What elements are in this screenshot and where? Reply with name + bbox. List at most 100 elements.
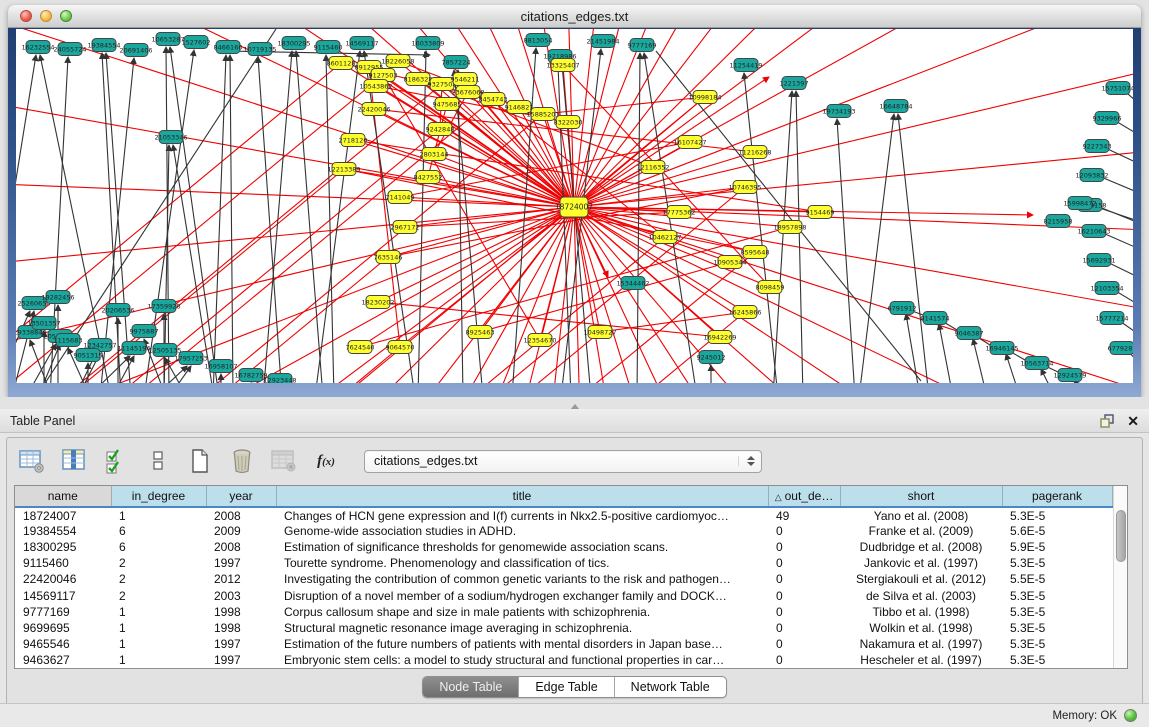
- tab-node-table[interactable]: Node Table: [423, 677, 518, 697]
- row-options-button[interactable]: [144, 447, 172, 475]
- column-header-title[interactable]: title: [276, 486, 768, 507]
- close-panel-icon[interactable]: ✕: [1127, 414, 1139, 428]
- table-cell[interactable]: Estimation of significance thresholds fo…: [276, 539, 768, 555]
- table-cell[interactable]: 22420046: [15, 571, 111, 587]
- table-cell[interactable]: Yano et al. (2008): [840, 507, 1002, 523]
- table-cell[interactable]: 1997: [206, 652, 276, 668]
- delete-column-button[interactable]: [228, 447, 256, 475]
- minimize-window-button[interactable]: [40, 10, 52, 22]
- table-cell[interactable]: 1: [111, 507, 206, 523]
- table-cell[interactable]: 5.3E-5: [1002, 555, 1112, 571]
- table-row[interactable]: 2242004622012Investigating the contribut…: [15, 571, 1112, 587]
- table-cell[interactable]: 2003: [206, 588, 276, 604]
- table-cell[interactable]: 0: [768, 588, 840, 604]
- network-canvas[interactable]: 1623255424055724193845542069140610653287…: [16, 29, 1133, 383]
- table-cell[interactable]: 5.3E-5: [1002, 507, 1112, 523]
- table-cell[interactable]: Investigating the contribution of common…: [276, 571, 768, 587]
- table-cell[interactable]: Jankovic et al. (1997): [840, 555, 1002, 571]
- table-cell[interactable]: Estimation of the future numbers of pati…: [276, 636, 768, 652]
- table-row[interactable]: 1830029562008Estimation of significance …: [15, 539, 1112, 555]
- table-cell[interactable]: 0: [768, 604, 840, 620]
- table-cell[interactable]: 49: [768, 507, 840, 523]
- table-cell[interactable]: Corpus callosum shape and size in male p…: [276, 604, 768, 620]
- float-panel-icon[interactable]: [1099, 413, 1115, 429]
- table-cell[interactable]: Hescheler et al. (1997): [840, 652, 1002, 668]
- table-cell[interactable]: 2008: [206, 539, 276, 555]
- table-cell[interactable]: 2: [111, 555, 206, 571]
- table-cell[interactable]: 2008: [206, 507, 276, 523]
- column-header-pagerank[interactable]: pagerank: [1002, 486, 1112, 507]
- table-row[interactable]: 969969511998Structural magnetic resonanc…: [15, 620, 1112, 636]
- table-cell[interactable]: 1: [111, 620, 206, 636]
- table-cell[interactable]: 18724007: [15, 507, 111, 523]
- table-cell[interactable]: 1: [111, 652, 206, 668]
- table-cell[interactable]: Nakamura et al. (1997): [840, 636, 1002, 652]
- table-cell[interactable]: 1998: [206, 620, 276, 636]
- delete-table-button[interactable]: [270, 447, 298, 475]
- table-cell[interactable]: 0: [768, 539, 840, 555]
- table-row[interactable]: 911546021997Tourette syndrome. Phenomeno…: [15, 555, 1112, 571]
- column-header-name[interactable]: name: [15, 486, 111, 507]
- table-cell[interactable]: Tibbo et al. (1998): [840, 604, 1002, 620]
- table-cell[interactable]: Wolkin et al. (1998): [840, 620, 1002, 636]
- table-cell[interactable]: 1998: [206, 604, 276, 620]
- table-cell[interactable]: 0: [768, 652, 840, 668]
- table-cell[interactable]: 5.3E-5: [1002, 620, 1112, 636]
- table-cell[interactable]: Changes of HCN gene expression and I(f) …: [276, 507, 768, 523]
- table-cell[interactable]: 0: [768, 571, 840, 587]
- column-header-in_degree[interactable]: in_degree: [111, 486, 206, 507]
- table-cell[interactable]: 19384554: [15, 523, 111, 539]
- table-row[interactable]: 1456911722003Disruption of a novel membe…: [15, 588, 1112, 604]
- table-row[interactable]: 1938455462009Genome-wide association stu…: [15, 523, 1112, 539]
- table-cell[interactable]: 1997: [206, 555, 276, 571]
- table-cell[interactable]: 14569117: [15, 588, 111, 604]
- table-cell[interactable]: 0: [768, 636, 840, 652]
- tab-edge-table[interactable]: Edge Table: [518, 677, 613, 697]
- table-cell[interactable]: Dudbridge et al. (2008): [840, 539, 1002, 555]
- panel-divider[interactable]: [0, 397, 1149, 409]
- table-cell[interactable]: 0: [768, 523, 840, 539]
- table-cell[interactable]: 5.3E-5: [1002, 604, 1112, 620]
- table-selector-dropdown[interactable]: citations_edges.txt: [364, 450, 762, 473]
- table-cell[interactable]: Franke et al. (2009): [840, 523, 1002, 539]
- table-cell[interactable]: 5.5E-5: [1002, 571, 1112, 587]
- network-window-titlebar[interactable]: citations_edges.txt: [8, 5, 1141, 28]
- table-cell[interactable]: 9777169: [15, 604, 111, 620]
- table-cell[interactable]: Tourette syndrome. Phenomenology and cla…: [276, 555, 768, 571]
- network-window[interactable]: citations_edges.txt 16232554240557241938…: [8, 5, 1141, 397]
- column-header-short[interactable]: short: [840, 486, 1002, 507]
- table-cell[interactable]: 2012: [206, 571, 276, 587]
- close-window-button[interactable]: [20, 10, 32, 22]
- table-cell[interactable]: Embryonic stem cells: a model to study s…: [276, 652, 768, 668]
- create-column-button[interactable]: [186, 447, 214, 475]
- table-cell[interactable]: Structural magnetic resonance image aver…: [276, 620, 768, 636]
- table-cell[interactable]: Disruption of a novel member of a sodium…: [276, 588, 768, 604]
- table-cell[interactable]: 1997: [206, 636, 276, 652]
- table-cell[interactable]: Genome-wide association studies in ADHD.: [276, 523, 768, 539]
- select-columns-button[interactable]: [102, 447, 130, 475]
- table-row[interactable]: 946554611997Estimation of the future num…: [15, 636, 1112, 652]
- table-scrollbar-thumb[interactable]: [1116, 510, 1126, 562]
- table-cell[interactable]: Stergiakouli et al. (2012): [840, 571, 1002, 587]
- table-settings-button[interactable]: [18, 447, 46, 475]
- table-cell[interactable]: 6: [111, 523, 206, 539]
- table-cell[interactable]: 9699695: [15, 620, 111, 636]
- table-cell[interactable]: 5.3E-5: [1002, 652, 1112, 668]
- table-cell[interactable]: 9115460: [15, 555, 111, 571]
- table-cell[interactable]: 2: [111, 588, 206, 604]
- column-header-year[interactable]: year: [206, 486, 276, 507]
- table-cell[interactable]: 9463627: [15, 652, 111, 668]
- table-cell[interactable]: de Silva et al. (2003): [840, 588, 1002, 604]
- table-cell[interactable]: 0: [768, 555, 840, 571]
- table-cell[interactable]: 5.6E-5: [1002, 523, 1112, 539]
- table-row[interactable]: 946362711997Embryonic stem cells: a mode…: [15, 652, 1112, 668]
- zoom-window-button[interactable]: [60, 10, 72, 22]
- node-table[interactable]: namein_degreeyeartitle△out_de…shortpager…: [15, 486, 1113, 668]
- table-cell[interactable]: 5.9E-5: [1002, 539, 1112, 555]
- table-scrollbar[interactable]: [1113, 486, 1128, 668]
- table-cell[interactable]: 6: [111, 539, 206, 555]
- table-row[interactable]: 977716911998Corpus callosum shape and si…: [15, 604, 1112, 620]
- table-cell[interactable]: 2009: [206, 523, 276, 539]
- function-builder-button[interactable]: f(x): [312, 447, 340, 475]
- table-cell[interactable]: 0: [768, 620, 840, 636]
